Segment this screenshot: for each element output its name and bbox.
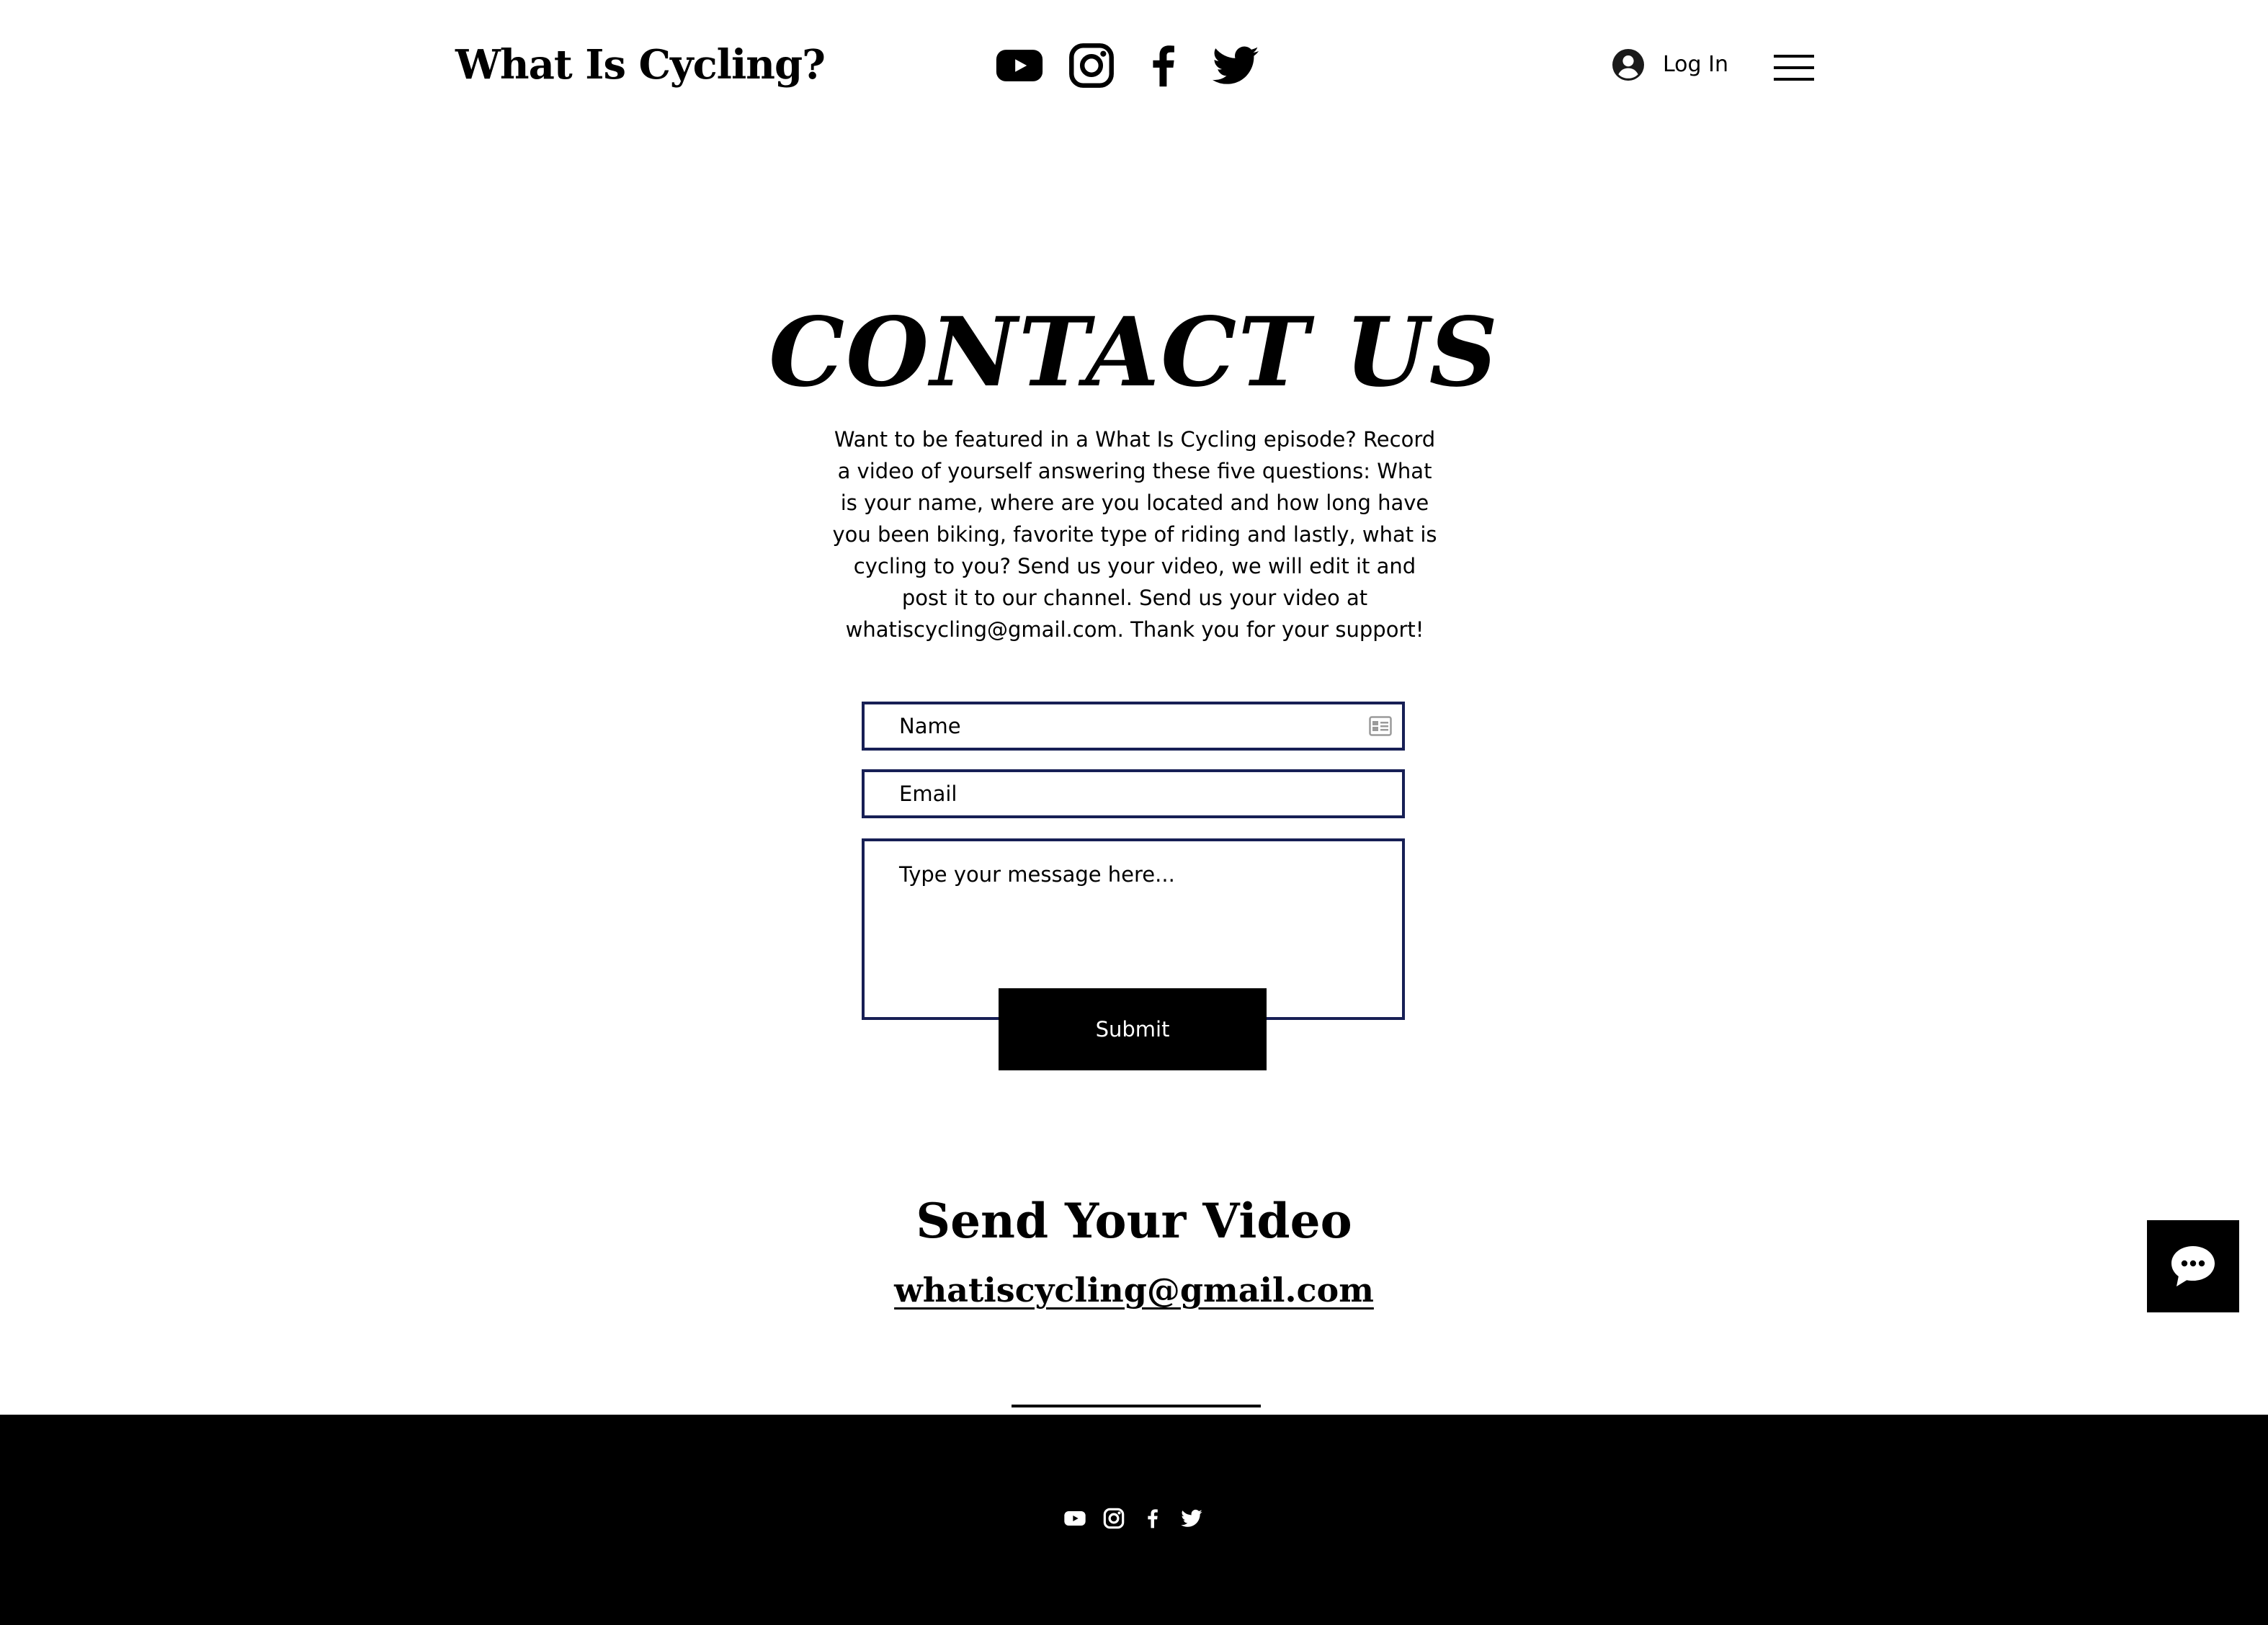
facebook-icon[interactable]: [1138, 40, 1189, 91]
site-title[interactable]: What Is Cycling?: [455, 36, 826, 94]
message-textarea-placeholder: Type your message here...: [899, 862, 1175, 887]
footer-social-bar: [1063, 1507, 1203, 1530]
chat-widget-button[interactable]: [2147, 1220, 2239, 1312]
user-avatar-icon: [1612, 49, 1644, 81]
instagram-icon[interactable]: [1066, 40, 1117, 91]
name-field-placeholder: Name: [899, 714, 961, 738]
contact-heading: CONTACT US: [769, 297, 1499, 408]
name-field[interactable]: Name: [862, 702, 1405, 751]
contact-page: What Is Cycling? Log In CONTACT US Want …: [0, 0, 2268, 1625]
login-button[interactable]: Log In: [1611, 48, 1728, 82]
login-label: Log In: [1663, 52, 1728, 77]
facebook-icon[interactable]: [1141, 1507, 1164, 1530]
contact-intro-text: Want to be featured in a What Is Cycling…: [832, 427, 1437, 642]
header-social-bar: [994, 40, 1261, 91]
twitter-icon[interactable]: [1210, 40, 1261, 91]
send-video-heading: Send Your Video: [916, 1193, 1352, 1249]
submit-button[interactable]: Submit: [999, 988, 1267, 1070]
youtube-icon[interactable]: [994, 40, 1045, 91]
youtube-icon[interactable]: [1063, 1507, 1086, 1530]
divider-line: [1012, 1405, 1261, 1407]
email-field-placeholder: Email: [899, 782, 957, 806]
twitter-icon[interactable]: [1180, 1507, 1203, 1530]
chat-bubble-icon: [2171, 1246, 2215, 1286]
email-link[interactable]: whatiscycling@gmail.com: [0, 1266, 2268, 1314]
instagram-icon[interactable]: [1102, 1507, 1125, 1530]
hamburger-menu-icon[interactable]: [1774, 55, 1814, 81]
contact-card-icon: [1369, 716, 1392, 736]
email-field[interactable]: Email: [862, 769, 1405, 818]
